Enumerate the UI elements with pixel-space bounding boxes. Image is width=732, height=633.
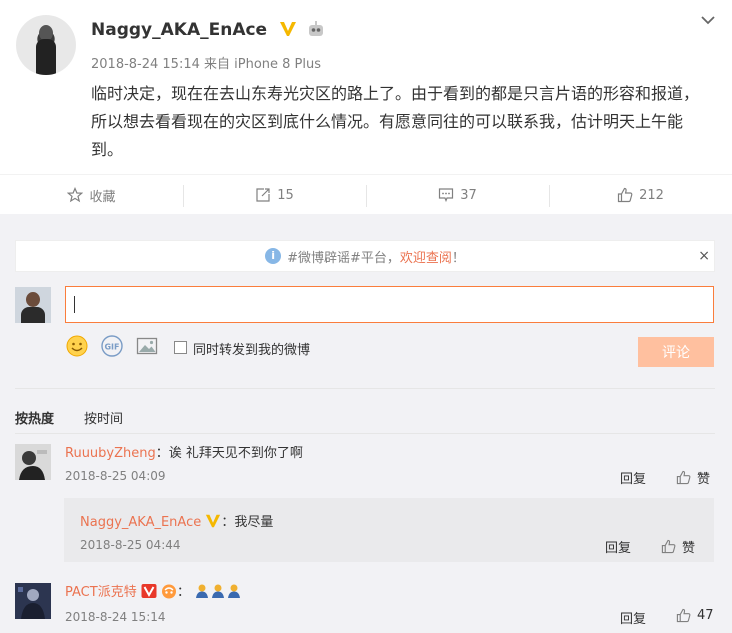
vip-badge-icon[interactable] bbox=[141, 583, 157, 599]
post-meta: 2018-8-24 15:14 来自 iPhone 8 Plus bbox=[91, 57, 322, 72]
divider bbox=[15, 388, 715, 389]
reply-like-label: 赞 bbox=[682, 541, 696, 556]
like-button[interactable]: 212 bbox=[549, 175, 732, 215]
sort-by-time[interactable]: 按时间 bbox=[84, 408, 123, 427]
comment-like-label: 赞 bbox=[697, 472, 711, 487]
comment-body: RuuubyZheng：诶 礼拜天见不到你了啊 bbox=[65, 442, 303, 461]
reply-label: 回复 bbox=[605, 541, 632, 556]
my-avatar[interactable] bbox=[15, 287, 51, 323]
comment-like-button[interactable]: 赞 bbox=[676, 468, 710, 487]
person-emoji-icon bbox=[196, 584, 209, 598]
chevron-down-icon[interactable] bbox=[700, 14, 716, 26]
repost-button[interactable]: 15 bbox=[183, 175, 366, 215]
info-icon: i bbox=[265, 248, 282, 264]
action-bar: 收藏 15 37 212 bbox=[0, 174, 732, 215]
reply-date: 2018-8-25 04:44 bbox=[80, 538, 181, 552]
repost-icon bbox=[256, 188, 270, 202]
comment-like-button[interactable]: 47 bbox=[676, 608, 714, 623]
close-icon[interactable]: × bbox=[698, 248, 710, 264]
commenter-avatar[interactable] bbox=[15, 583, 51, 619]
reply-author[interactable]: Naggy_AKA_EnAce bbox=[80, 515, 201, 530]
sort-by-hot[interactable]: 按热度 bbox=[15, 408, 54, 427]
reply-button[interactable]: 回复 bbox=[620, 608, 646, 627]
notice-prefix: #微博辟谣#平台， bbox=[287, 250, 400, 266]
verified-badge-icon[interactable] bbox=[205, 513, 221, 529]
thumbs-up-icon bbox=[676, 470, 691, 485]
repost-checkbox[interactable] bbox=[174, 341, 187, 354]
thumbs-up-icon bbox=[617, 187, 633, 203]
author-name-row: Naggy_AKA_EnAce bbox=[91, 20, 325, 40]
person-emoji-icon bbox=[212, 584, 225, 598]
comment-button[interactable]: 37 bbox=[366, 175, 549, 215]
emoji-icon[interactable] bbox=[66, 335, 88, 357]
commenter-name[interactable]: PACT派克特 bbox=[65, 585, 137, 600]
author-avatar[interactable] bbox=[16, 15, 76, 75]
comment-date: 2018-8-25 04:09 bbox=[65, 469, 166, 483]
favorite-button[interactable]: 收藏 bbox=[0, 175, 183, 215]
rumor-notice: i #微博辟谣#平台， 欢迎查阅 ！ bbox=[15, 240, 715, 272]
reply-like-button[interactable]: 赞 bbox=[661, 537, 695, 556]
thumbs-up-icon bbox=[676, 608, 691, 623]
robot-member-icon[interactable] bbox=[307, 21, 325, 37]
person-emoji-icon bbox=[228, 584, 241, 598]
commenter-name[interactable]: RuuubyZheng bbox=[65, 446, 156, 461]
fan-badge-icon[interactable] bbox=[161, 583, 177, 599]
reply-body: Naggy_AKA_EnAce ：我尽量 bbox=[80, 511, 273, 530]
reply-button[interactable]: 回复 bbox=[620, 468, 646, 487]
comment-input[interactable] bbox=[65, 286, 714, 323]
comment-count: 37 bbox=[460, 187, 477, 203]
reply-label: 回复 bbox=[620, 472, 647, 487]
reply-label: 回复 bbox=[620, 612, 647, 627]
like-count: 212 bbox=[639, 187, 664, 203]
repost-count: 15 bbox=[277, 187, 294, 203]
notice-link[interactable]: 欢迎查阅 bbox=[400, 247, 452, 266]
verified-badge-icon[interactable] bbox=[279, 20, 297, 38]
post-text: 临时决定，现在在去山东寿光灾区的路上了。由于看到的都是只言片语的形容和报道，所以… bbox=[91, 84, 700, 159]
comment-text: ：诶 礼拜天见不到你了啊 bbox=[155, 446, 303, 461]
commenter-avatar[interactable] bbox=[15, 444, 51, 480]
comment-date: 2018-8-24 15:14 bbox=[65, 610, 166, 624]
gif-icon[interactable]: GIF bbox=[101, 335, 123, 357]
image-icon[interactable] bbox=[136, 335, 158, 357]
favorite-label: 收藏 bbox=[89, 189, 116, 205]
repost-checkbox-label: 同时转发到我的微博 bbox=[193, 343, 311, 358]
comment-text: ： bbox=[176, 585, 190, 600]
svg-text:GIF: GIF bbox=[104, 343, 119, 352]
notice-suffix: ！ bbox=[451, 250, 465, 266]
author-name[interactable]: Naggy_AKA_EnAce bbox=[91, 20, 267, 40]
star-icon bbox=[67, 187, 84, 203]
submit-comment-button[interactable]: 评论 bbox=[638, 337, 714, 367]
reply-text: ：我尽量 bbox=[221, 515, 274, 530]
divider bbox=[15, 433, 715, 434]
comment-body: PACT派克特 ： bbox=[65, 581, 242, 600]
thumbs-up-icon bbox=[661, 539, 676, 554]
reply-reply-button[interactable]: 回复 bbox=[605, 537, 631, 556]
comment-like-count: 47 bbox=[697, 608, 714, 623]
comment-icon bbox=[439, 188, 454, 203]
